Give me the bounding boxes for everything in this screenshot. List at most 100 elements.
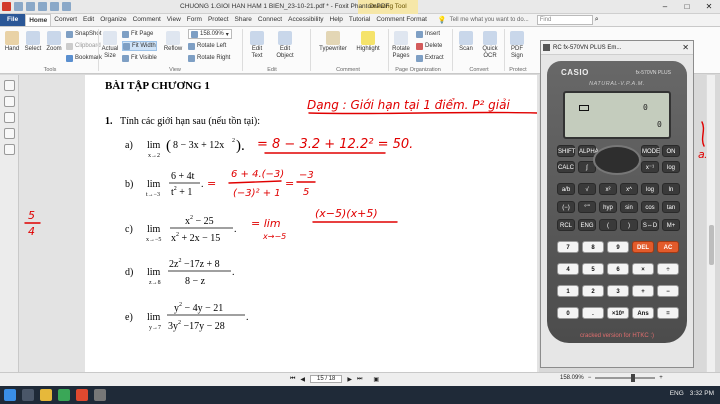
function-key[interactable]: log bbox=[641, 183, 659, 195]
pages-panel-icon[interactable] bbox=[3, 96, 15, 107]
function-key[interactable]: MODE bbox=[641, 145, 660, 157]
function-key[interactable]: ( bbox=[599, 219, 617, 231]
calculator-app-taskbar-icon[interactable] bbox=[94, 389, 106, 401]
last-page-icon[interactable]: ⏭ bbox=[357, 376, 362, 383]
undo-icon[interactable] bbox=[50, 2, 59, 11]
tab-help[interactable]: Help bbox=[327, 14, 346, 26]
bookmark-button[interactable]: Bookmark bbox=[66, 53, 102, 63]
tab-tutorial[interactable]: Tutorial bbox=[346, 14, 373, 26]
number-key[interactable]: = bbox=[657, 307, 679, 319]
quick-ocr-button[interactable]: Quick OCR bbox=[478, 29, 502, 60]
rotate-right-button[interactable]: Rotate Right bbox=[188, 53, 230, 63]
snapshot-button[interactable]: SnapShot bbox=[66, 29, 101, 39]
rotate-left-button[interactable]: Rotate Left bbox=[188, 41, 226, 51]
function-key[interactable]: x^ bbox=[620, 183, 638, 195]
next-page-icon[interactable]: ▶ bbox=[347, 376, 352, 383]
number-key[interactable]: 3 bbox=[607, 285, 629, 297]
tab-convert[interactable]: Convert bbox=[51, 14, 80, 26]
fit-width-button[interactable]: Fit Width bbox=[122, 41, 157, 51]
zoom-button[interactable]: Zoom bbox=[44, 29, 64, 53]
tab-home[interactable]: Home bbox=[25, 14, 52, 26]
bookmarks-panel-icon[interactable] bbox=[3, 80, 15, 91]
edit-text-button[interactable]: Edit Text bbox=[246, 29, 268, 60]
number-key[interactable]: DEL bbox=[632, 241, 654, 253]
file-explorer-icon[interactable] bbox=[40, 389, 52, 401]
zoom-slider-thumb[interactable] bbox=[631, 374, 636, 382]
reflow-button[interactable]: Reflow bbox=[162, 29, 184, 53]
tab-share[interactable]: Share bbox=[232, 14, 255, 26]
function-key[interactable]: √ bbox=[578, 183, 596, 195]
tab-file[interactable]: File bbox=[0, 14, 26, 26]
calculator-close-button[interactable]: ✕ bbox=[682, 41, 689, 55]
number-key[interactable]: 2 bbox=[582, 285, 604, 297]
fit-page-button[interactable]: Fit Page bbox=[122, 29, 153, 39]
extract-button[interactable]: Extract bbox=[416, 53, 444, 63]
tray-lang[interactable]: ENG bbox=[670, 390, 684, 397]
number-key[interactable]: Ans bbox=[632, 307, 654, 319]
task-view-icon[interactable] bbox=[22, 389, 34, 401]
insert-button[interactable]: Insert bbox=[416, 29, 440, 39]
number-key[interactable]: × bbox=[632, 263, 654, 275]
function-key[interactable]: x² bbox=[599, 183, 617, 195]
typewriter-button[interactable]: Typewriter bbox=[316, 29, 350, 53]
number-key[interactable]: . bbox=[582, 307, 604, 319]
redo-icon[interactable] bbox=[62, 2, 71, 11]
find-input[interactable]: Find bbox=[536, 15, 593, 25]
tab-comment-format[interactable]: Comment Format bbox=[373, 14, 430, 26]
function-key[interactable]: sin bbox=[620, 201, 638, 213]
vertical-scrollbar[interactable] bbox=[706, 75, 715, 372]
fit-visible-button[interactable]: Fit Visible bbox=[122, 53, 157, 63]
tray-clock[interactable]: 3:32 PM bbox=[690, 390, 714, 397]
zoom-value[interactable]: 158.09% bbox=[560, 375, 584, 381]
function-key[interactable]: log bbox=[662, 161, 680, 173]
function-key[interactable]: hyp bbox=[599, 201, 617, 213]
delete-button[interactable]: Delete bbox=[416, 41, 442, 51]
zoom-slider[interactable] bbox=[595, 374, 656, 382]
number-key[interactable]: 6 bbox=[607, 263, 629, 275]
number-key[interactable]: AC bbox=[657, 241, 679, 253]
view-mode-icon[interactable]: ▣ bbox=[373, 376, 379, 383]
function-key[interactable]: cos bbox=[641, 201, 659, 213]
previous-page-icon[interactable]: ◀ bbox=[300, 376, 305, 383]
number-key[interactable]: ×10ˣ bbox=[607, 307, 629, 319]
function-key[interactable]: tan bbox=[662, 201, 680, 213]
tab-view[interactable]: View bbox=[164, 14, 184, 26]
start-button[interactable] bbox=[4, 389, 16, 401]
function-key[interactable]: ON bbox=[662, 145, 680, 157]
number-key[interactable]: 9 bbox=[607, 241, 629, 253]
number-key[interactable]: 4 bbox=[557, 263, 579, 275]
replay-dpad[interactable] bbox=[593, 145, 641, 175]
scan-button[interactable]: Scan bbox=[456, 29, 476, 53]
actual-size-button[interactable]: Actual Size bbox=[100, 29, 120, 60]
pdf-sign-button[interactable]: PDF Sign bbox=[506, 29, 528, 60]
tab-form[interactable]: Form bbox=[184, 14, 205, 26]
search-icon[interactable]: ⌕ bbox=[595, 16, 599, 24]
function-key[interactable]: (−) bbox=[557, 201, 575, 213]
number-key[interactable]: 1 bbox=[557, 285, 579, 297]
minimize-button[interactable]: – bbox=[654, 0, 676, 14]
number-key[interactable]: 8 bbox=[582, 241, 604, 253]
tell-me-text[interactable]: Tell me what you want to do... bbox=[450, 17, 529, 23]
function-key[interactable]: °'" bbox=[578, 201, 596, 213]
comments-panel-icon[interactable] bbox=[3, 128, 15, 139]
scrollbar-thumb[interactable] bbox=[708, 225, 714, 265]
number-key[interactable]: 7 bbox=[557, 241, 579, 253]
rotate-pages-button[interactable]: Rotate Pages bbox=[390, 29, 412, 60]
tab-accessibility[interactable]: Accessibility bbox=[285, 14, 326, 26]
layers-panel-icon[interactable] bbox=[3, 112, 15, 123]
number-key[interactable]: − bbox=[657, 285, 679, 297]
hand-button[interactable]: Hand bbox=[2, 29, 22, 53]
page-number-input[interactable]: 15 / 18 bbox=[310, 375, 343, 383]
pdf-page[interactable]: BÀI TẬP CHƯƠNG 1 1. Tính các giới hạn sa… bbox=[85, 75, 538, 372]
close-button[interactable]: ✕ bbox=[698, 0, 720, 14]
function-key[interactable]: S⇔D bbox=[641, 219, 659, 231]
function-key[interactable]: RCL bbox=[557, 219, 575, 231]
browser-icon[interactable] bbox=[58, 389, 70, 401]
function-key[interactable]: CALC bbox=[557, 161, 575, 173]
calculator-emulator-window[interactable]: RC fx-570VN PLUS Em... ✕ CASIO fx-570VN … bbox=[540, 40, 694, 368]
highlight-button[interactable]: Highlight bbox=[352, 29, 384, 53]
zoom-out-icon[interactable]: − bbox=[588, 375, 592, 381]
number-key[interactable]: 0 bbox=[557, 307, 579, 319]
zoom-in-icon[interactable]: + bbox=[659, 375, 663, 381]
first-page-icon[interactable]: ⏮ bbox=[290, 376, 295, 383]
